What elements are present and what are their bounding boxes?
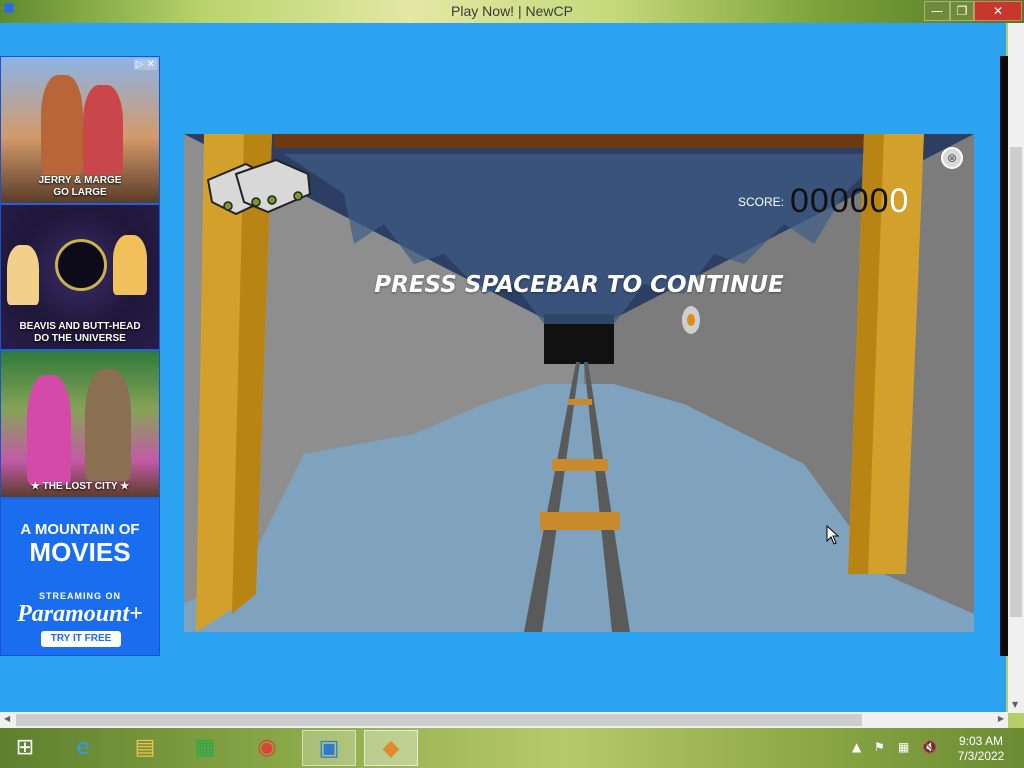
ad-caption: ★ THE LOST CITY ★	[30, 481, 130, 492]
ad-streaming-text: STREAMING ON	[38, 591, 121, 601]
press-spacebar-message: PRESS SPACEBAR TO CONTINUE	[374, 272, 784, 298]
scroll-left-icon[interactable]: ◀	[4, 714, 10, 723]
rail-tie	[540, 512, 620, 530]
paramount-logo: Paramount+	[17, 601, 143, 627]
taskbar: ⊞ e ▤ ▦ ◉ ▣ ◆ ▲ ⚑ ▦ 🔇 9:03 AM 7/3/2022	[0, 728, 1024, 768]
ad-headline-big: MOVIES	[29, 537, 131, 567]
volume-muted-icon[interactable]: 🔇	[922, 740, 937, 754]
mouse-cursor-icon	[826, 525, 840, 545]
right-edge-strip	[1000, 56, 1008, 656]
score-digits: 00000	[790, 182, 890, 220]
ad-beavis-butthead[interactable]: BEAVIS AND BUTT-HEAD DO THE UNIVERSE	[1, 205, 159, 349]
score-label: SCORE:	[738, 195, 785, 209]
store-icon[interactable]: ▦	[178, 730, 232, 766]
vertical-scroll-thumb[interactable]	[1010, 147, 1022, 617]
scroll-right-icon[interactable]: ▶	[998, 714, 1004, 723]
game-app-icon[interactable]: ◆	[364, 730, 418, 766]
control-panel-icon[interactable]: ▣	[302, 730, 356, 766]
file-explorer-icon[interactable]: ▤	[118, 730, 172, 766]
tray-expand-icon[interactable]: ▲	[852, 740, 861, 754]
ad-headline: A MOUNTAIN OF	[20, 521, 140, 538]
try-it-free-button[interactable]: TRY IT FREE	[41, 631, 121, 647]
horizontal-scroll-thumb[interactable]	[16, 714, 862, 726]
window-title: Play Now! | NewCP	[451, 3, 573, 19]
rail-tie	[568, 399, 592, 405]
horizontal-scrollbar[interactable]: ◀ ▶	[0, 712, 1008, 728]
scroll-down-icon[interactable]: ▼	[1012, 700, 1018, 709]
clock-time: 9:03 AM	[958, 734, 1004, 748]
ad-character-image	[113, 235, 147, 295]
game-close-icon[interactable]: ⊗	[941, 147, 963, 169]
internet-explorer-icon[interactable]: e	[56, 730, 110, 766]
close-button[interactable]: ✕	[974, 1, 1022, 21]
windows-logo-icon[interactable]: ⊞	[0, 730, 50, 766]
action-center-flag-icon[interactable]: ⚑	[874, 740, 885, 754]
rail-tie	[552, 459, 608, 471]
network-icon[interactable]: ▦	[898, 740, 909, 754]
ad-caption: BEAVIS AND BUTT-HEAD DO THE UNIVERSE	[19, 321, 141, 344]
ad-lost-city[interactable]: ★ THE LOST CITY ★	[1, 351, 159, 497]
ad-person-image	[83, 85, 123, 175]
ad-jerry-marge[interactable]: JERRY & MARGE GO LARGE	[1, 57, 159, 203]
ad-person-image	[41, 75, 83, 175]
chrome-icon[interactable]: ◉	[240, 730, 294, 766]
ad-person-image	[27, 375, 71, 485]
clock-date: 7/3/2022	[957, 749, 1005, 763]
ad-portal-image	[55, 239, 107, 291]
adchoices-icon[interactable]: ▷ ✕	[133, 59, 157, 70]
score-last-digit: 0	[889, 182, 910, 220]
window-titlebar[interactable]: Play Now! | NewCP — ❐ ✕	[0, 0, 1024, 23]
score-value: 000000	[790, 182, 909, 221]
ad-banner[interactable]: ▷ ✕ JERRY & MARGE GO LARGE BEAVIS AND BU…	[0, 56, 160, 656]
ceiling-beam	[274, 134, 914, 148]
minimize-button[interactable]: —	[924, 1, 950, 21]
ad-character-image	[7, 245, 39, 305]
taskbar-clock[interactable]: 9:03 AM 7/3/2022	[948, 734, 1014, 764]
ad-paramount[interactable]: A MOUNTAIN OF MOVIES STREAMING ON Paramo…	[1, 499, 159, 655]
vertical-scrollbar[interactable]: ▼	[1008, 23, 1024, 713]
ad-caption: JERRY & MARGE GO LARGE	[38, 175, 122, 198]
ad-person-image	[85, 369, 131, 481]
maximize-button[interactable]: ❐	[950, 1, 974, 21]
game-canvas[interactable]: ⊗ SCORE: 000000 PRESS SPACEBAR TO CONTIN…	[184, 134, 974, 632]
lantern-flame	[687, 314, 695, 326]
